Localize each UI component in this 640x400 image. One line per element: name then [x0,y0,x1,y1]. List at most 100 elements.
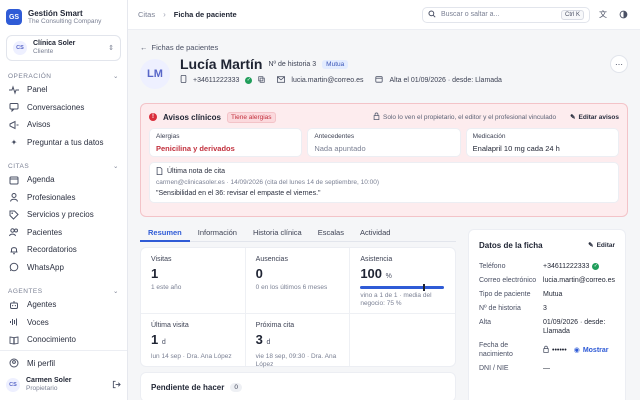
nav-section-title: AGENTES [8,287,43,295]
sidebar-item-profesionales[interactable]: Profesionales [6,189,121,207]
sidebar-item-agentes[interactable]: Agentes [6,296,121,314]
nav-section-agentes[interactable]: AGENTES ⌄ [6,286,121,296]
user-name: Carmen Soler [26,377,72,384]
card-label: Alergias [156,133,180,140]
nav-section-citas[interactable]: CITAS ⌄ [6,161,121,171]
document-icon [156,166,163,177]
sidebar-item-conocimiento[interactable]: Conocimiento [6,331,121,349]
stat-unit: % [385,273,392,280]
alerts-note-text: Solo lo ven el propietario, el editor y … [383,113,557,121]
translate-icon[interactable]: 文 [596,8,610,22]
sidebar-item-avisos[interactable]: Avisos [6,116,121,134]
stat-visits: Visitas 1 1 este año [141,248,246,314]
patient-email[interactable]: lucia.martin@correo.es [291,77,363,84]
stat-label: Visitas [151,256,172,263]
sidebar-item-servicios[interactable]: Servicios y precios [6,206,121,224]
nav-section-title: OPERACIÓN [8,72,52,80]
chevron-updown-icon: ⇕ [108,45,114,52]
attendance-average-marker [423,284,425,291]
breadcrumb-root[interactable]: Citas [138,10,155,19]
pulse-icon [9,85,19,95]
stat-label: Asistencia [360,256,393,263]
sidebar-item-mi-perfil[interactable]: Mi perfil [6,355,121,373]
record-row-history: Nº de historia 3 [479,304,615,313]
stat-empty [350,314,455,366]
search-icon [428,9,436,20]
stat-sub: 0 en los últimos 6 meses [255,284,328,291]
tab-escalas[interactable]: Escalas [310,226,352,242]
sidebar-item-preguntar[interactable]: ✦ Preguntar a tus datos [6,134,121,152]
record-value: — [543,365,550,372]
client-avatar: CS [13,41,27,55]
history-card: Antecedentes Nada apuntado [307,128,461,157]
megaphone-icon [9,120,19,130]
chevron-right-icon: › [163,10,166,19]
last-note-meta: carmen@clinicasoler.es · 14/09/2026 (cit… [156,179,380,186]
client-switcher[interactable]: CS Clínica Soler Cliente ⇕ [6,35,121,61]
more-options-button[interactable]: ⋯ [610,55,628,73]
sidebar-item-conversaciones[interactable]: Conversaciones [6,99,121,117]
record-value: 01/09/2026 · desde: Llamada [543,319,606,335]
topbar: Citas › Ficha de paciente Buscar o salta… [128,0,640,30]
sidebar-item-label: Panel [27,85,48,95]
tab-informacion[interactable]: Información [190,226,245,242]
nav-section-operacion[interactable]: OPERACIÓN ⌄ [6,71,121,81]
edit-record-button[interactable]: ✎ Editar [588,241,615,250]
main-content: Citas › Ficha de paciente Buscar o salta… [128,0,640,400]
record-key: Alta [479,319,492,326]
pencil-icon: ✎ [570,114,576,121]
alert-icon: ! [149,113,157,121]
record-row-phone: Teléfono +34611222333 ✓ [479,262,615,271]
sidebar-item-voces[interactable]: Voces [6,314,121,332]
sidebar-item-agenda[interactable]: Agenda [6,171,121,189]
nav-section-title: CITAS [8,162,30,170]
patient-phone[interactable]: +34611222333 [193,77,239,84]
stat-label: Última visita [151,322,189,329]
sidebar-item-label: Profesionales [27,192,76,202]
record-row-birthdate: Fecha de nacimiento •••••• ◉ Mostrar [479,341,615,359]
show-birthdate-button[interactable]: Mostrar [583,346,609,355]
tag-icon [9,210,19,220]
avatar: CS [6,378,20,392]
sidebar-item-whatsapp[interactable]: WhatsApp [6,259,121,277]
allergy-badge: Tiene alergias [226,111,276,123]
record-key: Fecha de nacimiento [479,342,513,358]
back-link[interactable]: ← Fichas de pacientes [140,42,628,52]
theme-toggle-icon[interactable] [616,8,630,22]
stat-value: 3 [255,332,263,347]
card-value: Nada apuntado [314,144,366,153]
sidebar: GS Gestión Smart The Consulting Company … [0,0,128,400]
stat-unit: d [161,339,166,346]
brand: GS Gestión Smart The Consulting Company [6,6,121,28]
patient-name: Lucía Martín [180,56,263,72]
record-title: Datos de la ficha [479,240,543,250]
sidebar-item-recordatorios[interactable]: Recordatorios [6,241,121,259]
last-note-text: "Sensibilidad en el 36: revisar el empas… [156,190,321,197]
calendar-icon [375,75,384,85]
sidebar-item-panel[interactable]: Panel [6,81,121,99]
tab-historia-clinica[interactable]: Historia clínica [245,226,310,242]
stat-value: 100 [360,266,383,281]
lock-icon [373,112,380,122]
edit-alerts-button[interactable]: ✎ Editar avisos [570,113,619,122]
stat-last-visit: Última visita 1 d lun 14 sep · Dra. Ana … [141,314,246,366]
search-input[interactable]: Buscar o saltar a... Ctrl K [422,6,590,23]
edit-record-label: Editar [596,241,615,249]
stat-value: 0 [255,266,263,281]
sidebar-item-pacientes[interactable]: Pacientes [6,224,121,242]
tab-actividad[interactable]: Actividad [352,226,398,242]
whatsapp-icon [9,262,19,272]
logout-icon[interactable] [112,380,121,391]
patient-avatar: LM [140,59,170,89]
copy-icon[interactable] [258,75,266,85]
breadcrumb-current: Ficha de paciente [173,10,237,19]
sparkle-icon: ✦ [10,137,18,147]
patient-page: ← Fichas de pacientes LM Lucía Martín Nº… [128,42,640,400]
arrow-left-icon: ← [140,42,148,52]
people-icon [9,192,19,202]
stat-sub: vino a 1 de 1 · media del negocio: 75 % [360,292,432,307]
sidebar-item-label: WhatsApp [27,262,64,272]
clinical-alerts: ! Avisos clínicos Tiene alergias Solo lo… [140,103,628,217]
tab-resumen[interactable]: Resumen [140,226,190,242]
users-icon [9,227,19,237]
